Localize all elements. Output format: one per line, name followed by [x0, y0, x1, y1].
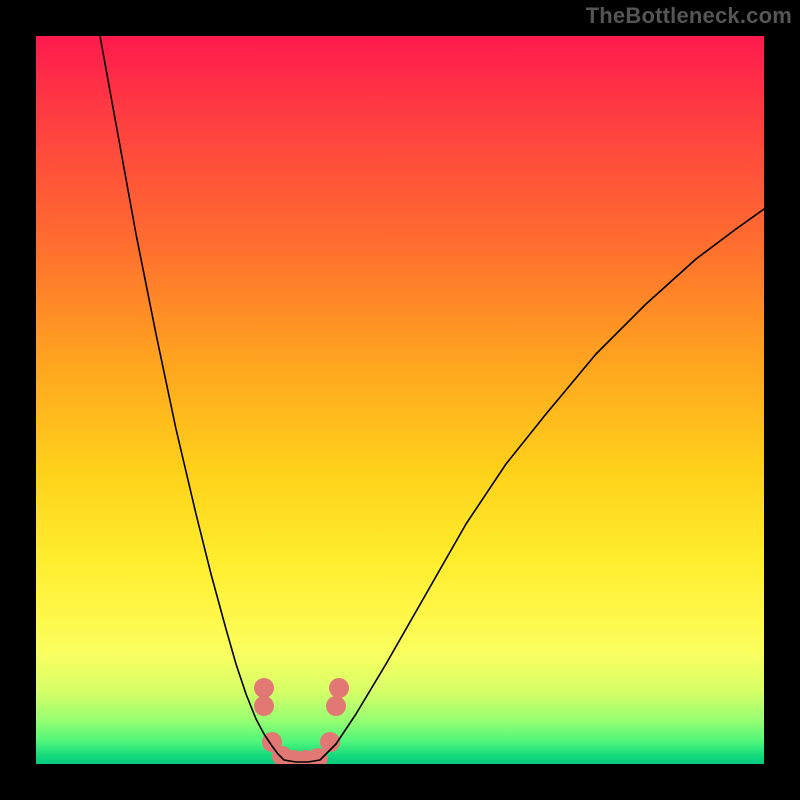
highlight-dot — [326, 696, 346, 716]
watermark-text: TheBottleneck.com — [586, 3, 792, 29]
highlight-dot — [329, 678, 349, 698]
highlight-dot — [254, 678, 274, 698]
chart-frame: TheBottleneck.com — [0, 0, 800, 800]
plot-area — [36, 36, 764, 764]
curve-svg — [36, 36, 764, 764]
markers-group — [254, 678, 349, 764]
bottleneck-curve — [100, 36, 764, 762]
highlight-dot — [254, 696, 274, 716]
